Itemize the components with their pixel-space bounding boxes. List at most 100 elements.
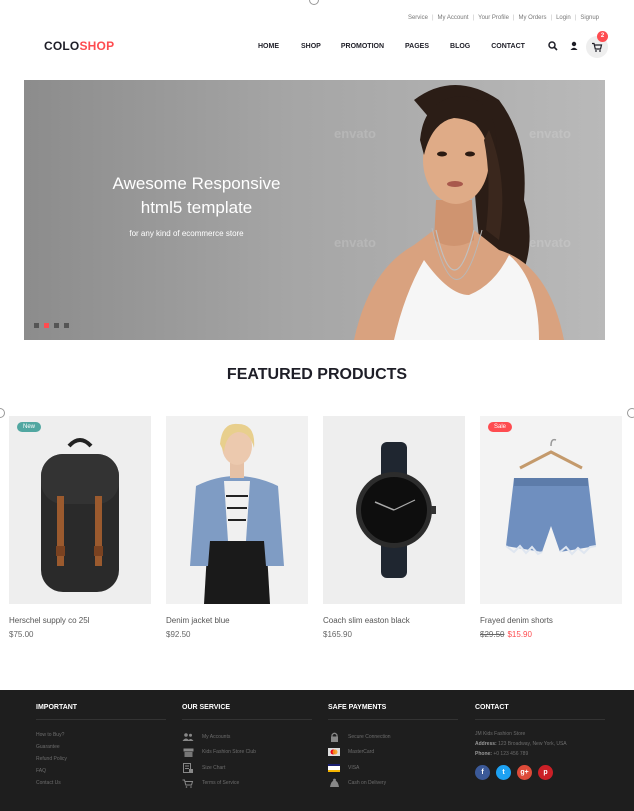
google-plus-icon[interactable]: g+	[517, 765, 532, 780]
util-link-your-profile[interactable]: Your Profile	[478, 15, 509, 21]
phone-value: +0 123 456 789	[493, 751, 529, 757]
footer: IMPORTANT How to Buy? Guarantee Refund P…	[0, 690, 634, 811]
lock-icon	[328, 732, 340, 742]
footer-link[interactable]: Guarantee	[36, 741, 166, 753]
footer-link[interactable]: Refund Policy	[36, 753, 166, 765]
util-link-signup[interactable]: Signup	[580, 15, 599, 21]
store-icon	[182, 748, 194, 757]
resize-handle-left[interactable]	[0, 408, 5, 418]
cart-icon	[592, 42, 603, 52]
nav-contact[interactable]: CONTACT	[491, 43, 525, 50]
footer-link[interactable]: Cash on Delivery	[348, 780, 386, 786]
product-image[interactable]: Sale	[480, 416, 622, 604]
hero-subtitle: for any kind of ecommerce store	[129, 229, 244, 238]
cart-count-badge: 2	[597, 31, 608, 42]
util-link-my-account[interactable]: My Account	[438, 15, 469, 21]
product-name[interactable]: Coach slim easton black	[323, 616, 465, 625]
slider-dot-1[interactable]	[34, 323, 39, 328]
footer-link[interactable]: Kids Fashion Store Club	[202, 749, 256, 755]
product-name[interactable]: Herschel supply co 25l	[9, 616, 151, 625]
contact-store-name: JM Kids Fashion Store	[475, 731, 526, 737]
footer-link-row[interactable]: MasterCard	[328, 745, 458, 761]
denim-jacket-image	[190, 423, 284, 604]
footer-link-list: How to Buy? Guarantee Refund Policy FAQ …	[36, 729, 166, 789]
separator: |	[431, 15, 434, 21]
footer-link[interactable]: Secure Connection	[348, 734, 391, 740]
footer-link[interactable]: FAQ	[36, 765, 166, 777]
product-card[interactable]: New Herschel supply co 25l $75.00	[9, 416, 151, 639]
footer-heading: SAFE PAYMENTS	[328, 704, 387, 711]
product-price-block: $29.50 $15.90	[480, 630, 622, 639]
product-price: $75.00	[9, 630, 34, 639]
nav-shop[interactable]: SHOP	[301, 43, 321, 50]
footer-link[interactable]: Size Chart	[202, 765, 225, 771]
product-card[interactable]: Denim jacket blue $92.50	[166, 416, 308, 639]
product-name[interactable]: Denim jacket blue	[166, 616, 308, 625]
footer-link[interactable]: MasterCard	[348, 749, 374, 755]
footer-link-row[interactable]: Kids Fashion Store Club	[182, 745, 312, 761]
address-label: Address:	[475, 741, 497, 747]
hero-title: Awesome Responsive html5 template	[24, 172, 369, 220]
footer-link-row[interactable]: Terms of Service	[182, 776, 312, 792]
footer-link-row[interactable]: Secure Connection	[328, 729, 458, 745]
hero-slider[interactable]: envato envato envato envato Awesome Resp…	[24, 80, 605, 340]
nav-blog[interactable]: BLOG	[450, 43, 470, 50]
size-chart-icon	[182, 762, 194, 773]
main-nav: HOME SHOP PROMOTION PAGES BLOG CONTACT	[258, 43, 525, 50]
footer-link[interactable]: My Accounts	[202, 734, 230, 740]
search-icon[interactable]	[547, 40, 559, 52]
slider-dots	[34, 323, 69, 328]
footer-heading: IMPORTANT	[36, 704, 78, 711]
product-price: $165.90	[323, 630, 352, 639]
footer-col-important: IMPORTANT How to Buy? Guarantee Refund P…	[36, 704, 166, 789]
contact-address: Address: 123 Broadway, New York, USA	[475, 739, 605, 749]
featured-title: FEATURED PRODUCTS	[226, 366, 408, 383]
footer-heading: OUR SERVICE	[182, 704, 231, 711]
util-link-my-orders[interactable]: My Orders	[518, 15, 546, 21]
watch-image	[356, 442, 436, 578]
nav-pages[interactable]: PAGES	[405, 43, 429, 50]
slider-dot-3[interactable]	[54, 323, 59, 328]
slider-dot-2[interactable]	[44, 323, 49, 328]
footer-link[interactable]: Contact Us	[36, 777, 166, 789]
footer-link-row[interactable]: My Accounts	[182, 729, 312, 745]
user-icon[interactable]	[568, 40, 580, 52]
nav-promotion[interactable]: PROMOTION	[341, 43, 384, 50]
product-image[interactable]	[166, 416, 308, 604]
resize-handle-top[interactable]	[309, 0, 319, 5]
divider	[182, 719, 312, 720]
util-link-service[interactable]: Service	[408, 15, 428, 21]
footer-col-contact: CONTACT JM Kids Fashion Store Address: 1…	[475, 704, 605, 780]
footer-heading: CONTACT	[475, 704, 509, 711]
separator: |	[512, 15, 515, 21]
sale-badge: Sale	[488, 422, 513, 432]
divider	[36, 719, 166, 720]
pinterest-icon[interactable]: p	[538, 765, 553, 780]
footer-link-row[interactable]: VISA	[328, 760, 458, 776]
footer-link-row[interactable]: Size Chart	[182, 760, 312, 776]
util-link-login[interactable]: Login	[556, 15, 571, 21]
utility-links: Service | My Account | Your Profile | My Or…	[408, 15, 599, 21]
facebook-icon[interactable]: f	[475, 765, 490, 780]
product-card[interactable]: Coach slim easton black $165.90	[323, 416, 465, 639]
contact-phone: Phone: +0 123 456 789	[475, 749, 605, 759]
product-price: $92.50	[166, 630, 191, 639]
footer-link-row[interactable]: Cash on Delivery	[328, 776, 458, 792]
product-image[interactable]	[323, 416, 465, 604]
footer-link[interactable]: VISA	[348, 765, 359, 771]
hero-title-line-1: Awesome Responsive	[112, 174, 281, 193]
twitter-icon[interactable]: t	[496, 765, 511, 780]
product-name[interactable]: Frayed denim shorts	[480, 616, 622, 625]
footer-link[interactable]: How to Buy?	[36, 729, 166, 741]
cash-icon	[328, 778, 340, 788]
product-image[interactable]: New	[9, 416, 151, 604]
nav-home[interactable]: HOME	[258, 43, 279, 50]
site-logo[interactable]: COLOSHOP	[44, 39, 114, 53]
footer-link[interactable]: Terms of Service	[202, 780, 239, 786]
product-card[interactable]: Sale Frayed denim shorts $29.50 $15.90	[480, 416, 622, 639]
phone-label: Phone:	[475, 751, 492, 757]
new-badge: New	[17, 422, 42, 432]
resize-handle-right[interactable]	[627, 408, 634, 418]
visa-icon	[328, 763, 340, 772]
slider-dot-4[interactable]	[64, 323, 69, 328]
